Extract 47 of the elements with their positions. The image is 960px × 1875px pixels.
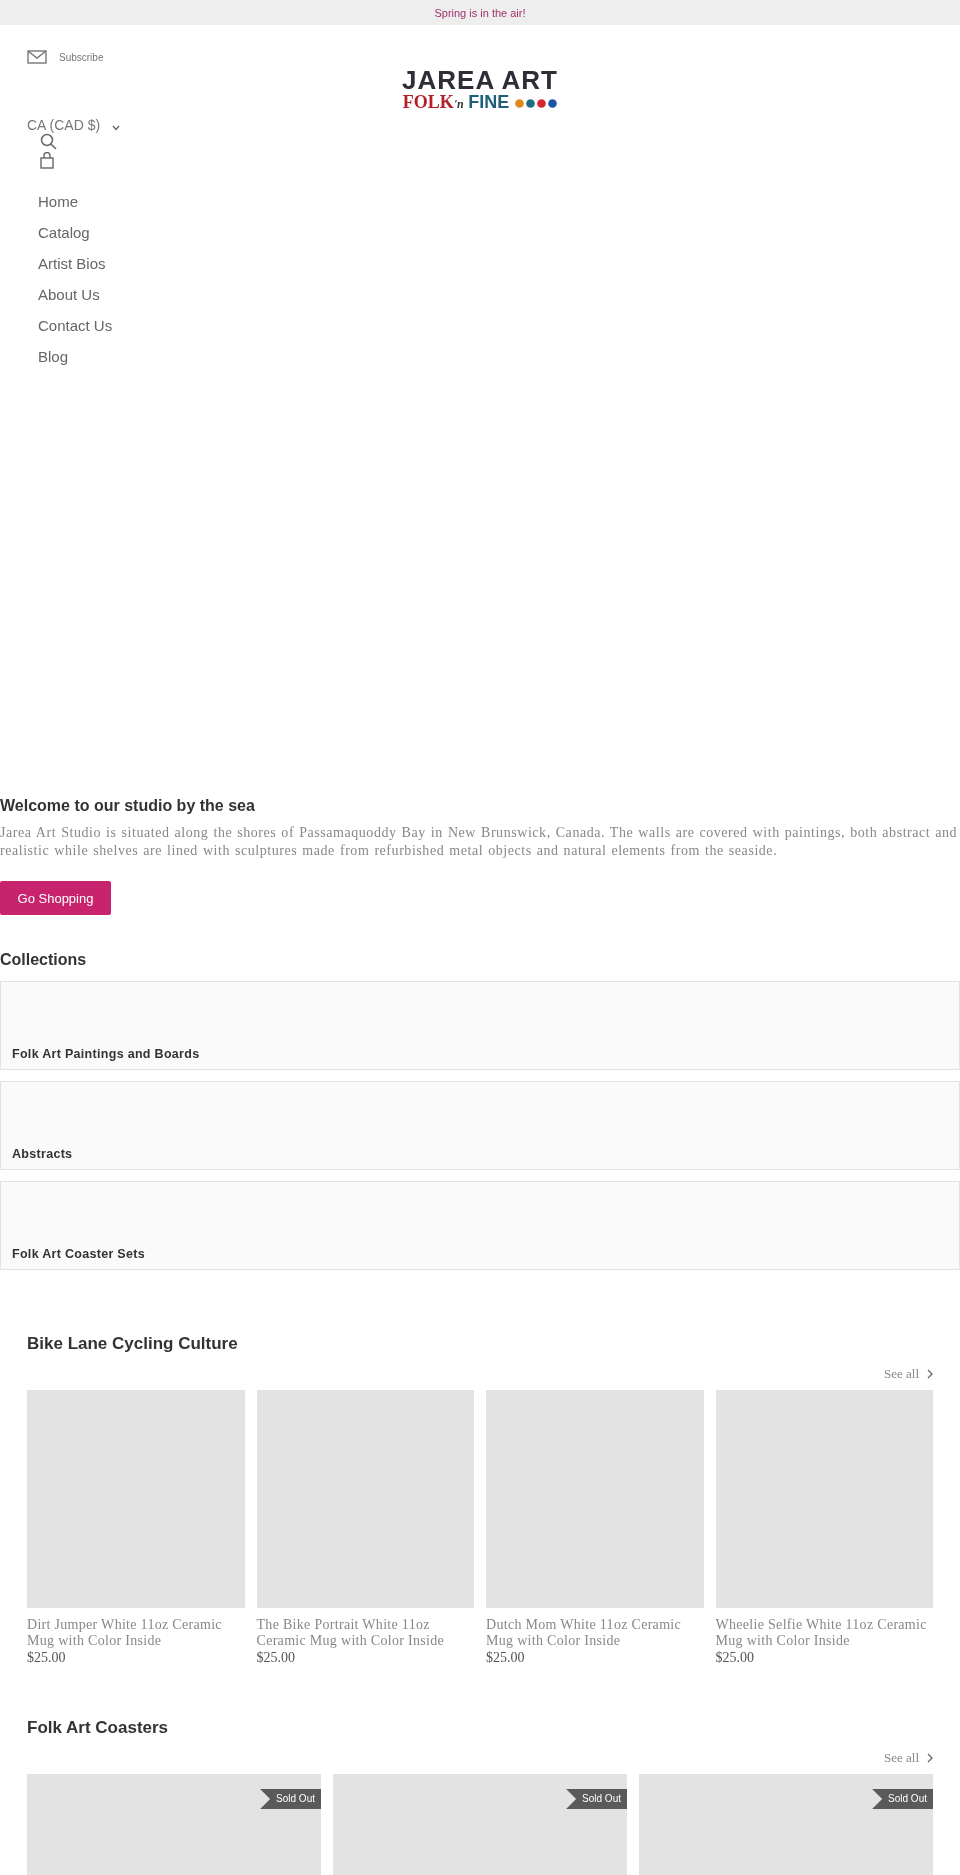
announcement-text: Spring is in the air! bbox=[434, 6, 526, 19]
mail-icon[interactable] bbox=[27, 50, 47, 64]
intro-paragraph: Jarea Art Studio is situated along the shores of Passamaquoddy Bay in New Brunswick, Canada. The walls are covered with paintings, both abstract and realistic while shelves are lined with sculptures made from refurbished metal objects and natural elements from the seaside. bbox=[0, 824, 959, 860]
sold-out-badge: Sold Out bbox=[566, 1789, 627, 1809]
collection-card[interactable]: Folk Art Paintings and Boards bbox=[0, 981, 960, 1070]
collection-title: Abstracts bbox=[12, 1147, 73, 1161]
logo[interactable]: JAREA ART FOLK'n FINE bbox=[400, 67, 560, 113]
chevron-right-icon[interactable] bbox=[927, 1753, 933, 1763]
product-image-placeholder[interactable]: Sold Out bbox=[333, 1774, 627, 1875]
logo-subtitle: FOLK'n FINE bbox=[402, 93, 510, 113]
currency-selector[interactable]: CA (CAD $) bbox=[27, 117, 101, 133]
nav-link[interactable]: Catalog bbox=[38, 224, 90, 255]
collection-title: Folk Art Coaster Sets bbox=[12, 1247, 145, 1261]
product-price: $25.00 bbox=[27, 1650, 67, 1666]
nav-link[interactable]: About Us bbox=[38, 286, 100, 317]
sold-out-badge: Sold Out bbox=[872, 1789, 933, 1809]
product-title[interactable]: Dirt Jumper White 11oz Ceramic Mug with Color Inside bbox=[27, 1617, 245, 1649]
logo-dots-icon bbox=[515, 98, 558, 108]
product-image-placeholder[interactable]: Sold Out bbox=[27, 1774, 321, 1875]
product-image-placeholder[interactable]: Sold Out bbox=[639, 1774, 933, 1875]
nav-link[interactable]: Blog bbox=[38, 348, 69, 379]
product-price: $25.00 bbox=[715, 1650, 755, 1666]
sold-out-badge: Sold Out bbox=[260, 1789, 321, 1809]
see-all-link[interactable]: See all bbox=[884, 1750, 919, 1766]
product-title[interactable]: The Bike Portrait White 11oz Ceramic Mug with Color Inside bbox=[256, 1617, 474, 1649]
go-shopping-button[interactable]: Go Shopping bbox=[0, 881, 111, 915]
section-heading: Folk Art Coasters bbox=[27, 1718, 170, 1738]
product-title[interactable]: Dutch Mom White 11oz Ceramic Mug with Color Inside bbox=[486, 1617, 704, 1649]
product-title[interactable]: Wheelie Selfie White 11oz Ceramic Mug with Color Inside bbox=[715, 1617, 933, 1649]
collection-card[interactable]: Abstracts bbox=[0, 1081, 960, 1170]
nav-link[interactable]: Artist Bios bbox=[38, 255, 106, 286]
section-heading: Welcome to our studio by the sea bbox=[0, 797, 256, 815]
nav-link[interactable]: Home bbox=[38, 193, 78, 224]
chevron-down-icon[interactable] bbox=[112, 125, 121, 131]
chevron-right-icon[interactable] bbox=[927, 1369, 933, 1379]
search-icon[interactable] bbox=[40, 133, 57, 150]
collection-title: Folk Art Paintings and Boards bbox=[12, 1047, 200, 1061]
product-price: $25.00 bbox=[256, 1650, 296, 1666]
see-all-link[interactable]: See all bbox=[884, 1366, 919, 1382]
subscribe-link[interactable]: Subscribe bbox=[59, 51, 104, 63]
logo-title: JAREA ART bbox=[402, 67, 558, 93]
section-heading: Collections bbox=[0, 951, 88, 969]
nav-link[interactable]: Contact Us bbox=[38, 317, 113, 348]
product-price: $25.00 bbox=[486, 1650, 526, 1666]
collection-card[interactable]: Folk Art Coaster Sets bbox=[0, 1181, 960, 1270]
shopping-bag-icon[interactable] bbox=[40, 152, 54, 169]
section-heading: Bike Lane Cycling Culture bbox=[27, 1334, 239, 1354]
